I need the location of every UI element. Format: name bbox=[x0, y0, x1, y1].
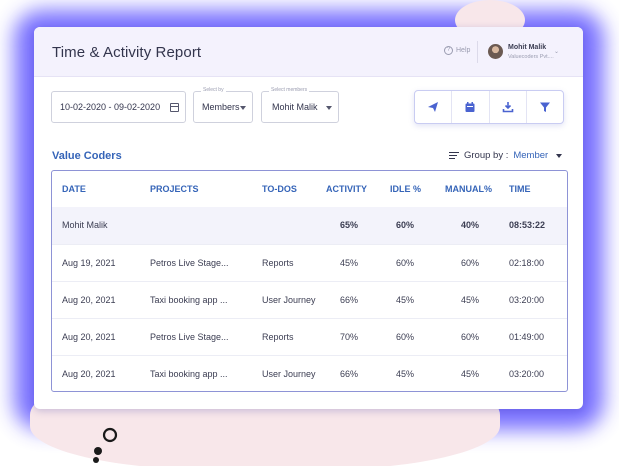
row-activity: 45% bbox=[326, 243, 390, 281]
summary-manual: 40% bbox=[445, 207, 509, 244]
help-icon: ? bbox=[444, 46, 453, 55]
select-members-label: Select members bbox=[269, 87, 310, 93]
row-project: Petros Live Stage... bbox=[150, 317, 262, 355]
card-header: Time & Activity Report ? Help Mohit Mali… bbox=[34, 27, 583, 77]
table-row[interactable]: Aug 20, 2021 Taxi booking app ... User J… bbox=[52, 280, 567, 318]
row-date: Aug 19, 2021 bbox=[52, 243, 150, 281]
row-time: 03:20:00 bbox=[509, 354, 567, 391]
help-link[interactable]: ? Help bbox=[444, 46, 470, 55]
send-button[interactable] bbox=[415, 91, 453, 123]
user-org: Valuecoders Pvt.... bbox=[508, 54, 554, 60]
sort-lines-icon bbox=[449, 151, 459, 160]
row-todo: User Journey bbox=[262, 280, 326, 318]
column-header-projects[interactable]: PROJECTS bbox=[150, 171, 262, 207]
summary-activity: 65% bbox=[326, 207, 390, 244]
filter-icon bbox=[539, 102, 550, 112]
row-idle: 45% bbox=[390, 354, 445, 391]
download-button[interactable] bbox=[490, 91, 527, 123]
caret-down-icon bbox=[240, 106, 246, 110]
calendar-icon[interactable] bbox=[170, 103, 179, 112]
section-title: Value Coders bbox=[52, 150, 122, 162]
date-range-value: 10-02-2020 - 09-02-2020 bbox=[60, 102, 161, 112]
row-time: 03:20:00 bbox=[509, 280, 567, 318]
calendar-icon bbox=[465, 102, 475, 112]
filters-bar: 10-02-2020 - 09-02-2020 Select by Member… bbox=[34, 77, 583, 137]
table-header-row: DATE PROJECTS TO-DOS ACTIVITY IDLE % MAN… bbox=[52, 171, 567, 207]
download-icon bbox=[502, 102, 513, 113]
row-date: Aug 20, 2021 bbox=[52, 317, 150, 355]
select-members-value: Mohit Malik bbox=[272, 102, 318, 112]
empty-cell bbox=[150, 207, 262, 244]
column-header-date[interactable]: DATE bbox=[52, 171, 150, 207]
row-activity: 66% bbox=[326, 280, 390, 318]
header-divider bbox=[477, 41, 478, 63]
member-name: Mohit Malik bbox=[52, 207, 150, 244]
summary-time: 08:53:22 bbox=[509, 207, 567, 244]
member-summary-row[interactable]: Mohit Malik 65% 60% 40% 08:53:22 bbox=[52, 207, 567, 244]
avatar[interactable] bbox=[488, 44, 503, 59]
filter-button[interactable] bbox=[527, 91, 563, 123]
chevron-down-icon[interactable]: ⌄ bbox=[554, 48, 559, 55]
row-time: 02:18:00 bbox=[509, 243, 567, 281]
row-idle: 45% bbox=[390, 280, 445, 318]
section-row: Value Coders Group by : Member bbox=[34, 147, 583, 167]
table-row[interactable]: Aug 20, 2021 Petros Live Stage... Report… bbox=[52, 317, 567, 355]
column-header-activity[interactable]: ACTIVITY bbox=[326, 171, 390, 207]
select-by-dropdown[interactable]: Select by Members bbox=[193, 87, 253, 123]
group-by-value: Member bbox=[513, 150, 549, 161]
row-todo: User Journey bbox=[262, 354, 326, 391]
row-activity: 66% bbox=[326, 354, 390, 391]
row-todo: Reports bbox=[262, 243, 326, 281]
select-by-value: Members bbox=[202, 102, 240, 112]
row-todo: Reports bbox=[262, 317, 326, 355]
user-name[interactable]: Mohit Malik bbox=[508, 44, 546, 51]
table-row[interactable]: Aug 20, 2021 Taxi booking app ... User J… bbox=[52, 354, 567, 391]
row-manual: 45% bbox=[445, 354, 509, 391]
column-header-todos[interactable]: TO-DOS bbox=[262, 171, 326, 207]
summary-idle: 60% bbox=[390, 207, 445, 244]
row-activity: 70% bbox=[326, 317, 390, 355]
report-table: DATE PROJECTS TO-DOS ACTIVITY IDLE % MAN… bbox=[51, 170, 568, 392]
column-header-idle[interactable]: IDLE % bbox=[390, 171, 445, 207]
column-header-time[interactable]: TIME bbox=[509, 171, 567, 207]
schedule-button[interactable] bbox=[452, 91, 490, 123]
row-project: Petros Live Stage... bbox=[150, 243, 262, 281]
row-manual: 45% bbox=[445, 280, 509, 318]
date-range-picker[interactable]: 10-02-2020 - 09-02-2020 bbox=[51, 91, 186, 123]
row-idle: 60% bbox=[390, 243, 445, 281]
column-header-manual[interactable]: MANUAL% bbox=[445, 171, 509, 207]
table-row[interactable]: Aug 19, 2021 Petros Live Stage... Report… bbox=[52, 243, 567, 281]
row-project: Taxi booking app ... bbox=[150, 280, 262, 318]
caret-down-icon bbox=[326, 106, 332, 110]
row-manual: 60% bbox=[445, 243, 509, 281]
row-time: 01:49:00 bbox=[509, 317, 567, 355]
select-members-dropdown[interactable]: Select members Mohit Malik bbox=[261, 87, 339, 123]
send-icon bbox=[428, 102, 439, 112]
empty-cell bbox=[262, 207, 326, 244]
caret-down-icon bbox=[556, 153, 563, 158]
select-by-label: Select by bbox=[201, 87, 226, 93]
row-date: Aug 20, 2021 bbox=[52, 354, 150, 391]
row-manual: 60% bbox=[445, 317, 509, 355]
page-title: Time & Activity Report bbox=[52, 44, 202, 61]
row-date: Aug 20, 2021 bbox=[52, 280, 150, 318]
group-by-label: Group by : bbox=[464, 150, 509, 161]
help-label: Help bbox=[456, 47, 471, 54]
row-idle: 60% bbox=[390, 317, 445, 355]
group-by-dropdown[interactable]: Group by : Member bbox=[449, 150, 563, 161]
report-card: Time & Activity Report ? Help Mohit Mali… bbox=[34, 27, 583, 409]
doodle-icon bbox=[93, 427, 118, 463]
row-project: Taxi booking app ... bbox=[150, 354, 262, 391]
report-toolbar bbox=[414, 90, 564, 124]
